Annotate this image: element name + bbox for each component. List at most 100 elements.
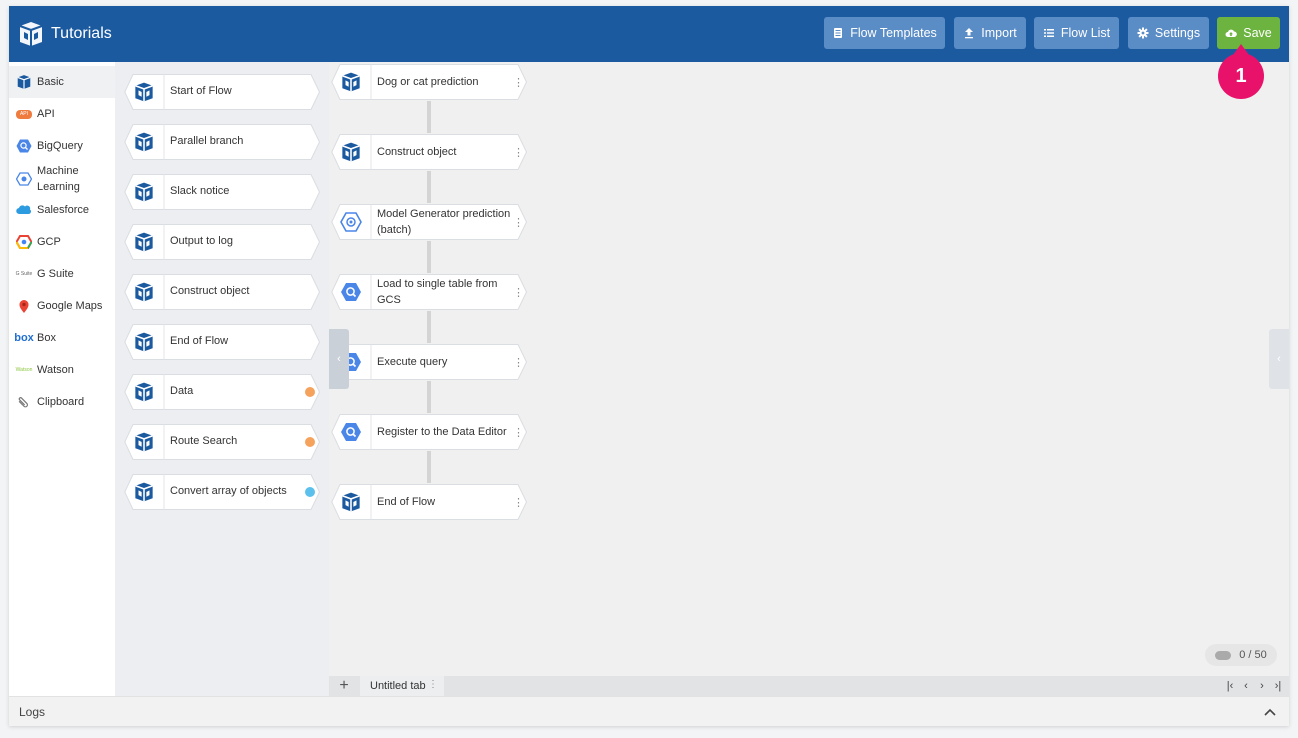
sidebar-item-label: Salesforce — [37, 204, 89, 216]
flow-node-register-to-data-editor[interactable]: Register to the Data Editor ⋮ — [331, 413, 527, 451]
chevron-left-icon: ‹ — [337, 353, 341, 365]
sidebar-item-api[interactable]: API API — [9, 98, 115, 130]
sidebar-item-watson[interactable]: Watson Watson — [9, 354, 115, 386]
flow-node-label: Model Generator prediction (batch) — [377, 208, 511, 236]
collapse-palette-button[interactable]: ‹ — [329, 329, 349, 389]
app-logo-icon — [19, 22, 43, 46]
machine-learning-icon — [339, 210, 363, 234]
tab-menu-icon[interactable]: ⋮ — [428, 679, 438, 690]
gcp-icon — [16, 234, 32, 250]
flow-logo-icon — [132, 380, 156, 404]
palette-item-label: Slack notice — [170, 185, 230, 197]
toggle-pill-icon — [1215, 650, 1232, 660]
bigquery-icon — [16, 138, 32, 154]
google-maps-icon — [16, 298, 32, 314]
node-menu-icon[interactable]: ⋮ — [513, 286, 524, 299]
flow-node-end-of-flow[interactable]: End of Flow ⋮ — [331, 483, 527, 521]
palette-item-label: Parallel branch — [170, 135, 244, 147]
sidebar-item-label: G Suite — [37, 268, 74, 280]
palette-item-parallel-branch[interactable]: Parallel branch — [124, 123, 321, 161]
flow-connector — [427, 101, 431, 133]
sidebar-item-bigquery[interactable]: BigQuery — [9, 130, 115, 162]
node-menu-icon[interactable]: ⋮ — [513, 76, 524, 89]
sidebar-item-google-maps[interactable]: Google Maps — [9, 290, 115, 322]
flow-node-model-generator-prediction[interactable]: Model Generator prediction (batch) ⋮ — [331, 203, 527, 241]
import-button[interactable]: Import — [954, 17, 1026, 49]
tab-label: Untitled tab — [370, 680, 426, 692]
step-callout-badge: 1 — [1218, 44, 1264, 99]
flow-logo-icon — [132, 180, 156, 204]
document-icon — [834, 28, 843, 38]
palette-item-slack-notice[interactable]: Slack notice — [124, 173, 321, 211]
settings-button[interactable]: Settings — [1128, 17, 1209, 49]
first-tab-button[interactable]: |‹ — [1223, 678, 1237, 694]
sidebar-item-machine-learning[interactable]: Machine Learning — [9, 162, 115, 196]
sidebar-item-basic[interactable]: Basic — [9, 66, 115, 98]
palette-item-start-of-flow[interactable]: Start of Flow — [124, 73, 321, 111]
flow-node-construct-object[interactable]: Construct object ⋮ — [331, 133, 527, 171]
sidebar-item-clipboard[interactable]: Clipboard — [9, 386, 115, 418]
palette-item-label: Start of Flow — [170, 85, 232, 97]
sidebar-item-label: Watson — [37, 364, 74, 376]
watson-icon: Watson — [15, 367, 33, 373]
sidebar-item-label: Machine Learning — [37, 165, 80, 193]
gsuite-icon: G Suite — [15, 271, 33, 277]
tab-untitled[interactable]: Untitled tab ⋮ — [360, 676, 444, 696]
sidebar-item-label: API — [37, 108, 55, 120]
palette-item-end-of-flow[interactable]: End of Flow — [124, 323, 321, 361]
sidebar-item-label: Box — [37, 332, 56, 344]
node-menu-icon[interactable]: ⋮ — [513, 356, 524, 369]
machine-learning-icon — [16, 171, 32, 187]
logs-panel[interactable]: Logs — [9, 696, 1289, 726]
flow-logo-icon — [132, 230, 156, 254]
flow-node-dog-or-cat-prediction[interactable]: Dog or cat prediction ⋮ — [331, 63, 527, 101]
flow-connector — [427, 311, 431, 343]
node-menu-icon[interactable]: ⋮ — [513, 146, 524, 159]
sidebar-item-label: Google Maps — [37, 300, 103, 312]
node-menu-icon[interactable]: ⋮ — [513, 426, 524, 439]
flow-connector — [427, 241, 431, 273]
sidebar-item-gsuite[interactable]: G Suite G Suite — [9, 258, 115, 290]
node-menu-icon[interactable]: ⋮ — [513, 216, 524, 229]
chevron-up-icon[interactable] — [1261, 703, 1279, 721]
top-bar: Tutorials Flow Templates Import Flow Lis… — [9, 6, 1289, 62]
list-icon — [1043, 29, 1054, 37]
save-label: Save — [1243, 26, 1272, 40]
prev-tab-button[interactable]: ‹ — [1239, 678, 1253, 694]
flow-canvas[interactable]: Dog or cat prediction ⋮ Construct object… — [329, 62, 1289, 676]
flow-list-button[interactable]: Flow List — [1034, 17, 1119, 49]
flow-node-label: Execute query — [377, 356, 448, 368]
expand-right-panel-button[interactable]: ‹ — [1269, 329, 1289, 389]
node-menu-icon[interactable]: ⋮ — [513, 496, 524, 509]
next-tab-button[interactable]: › — [1255, 678, 1269, 694]
palette-item-data[interactable]: Data — [124, 373, 321, 411]
component-palette: Start of Flow Parallel branch Slack noti… — [115, 62, 329, 696]
flow-node-load-to-single-table[interactable]: Load to single table from GCS ⋮ — [331, 273, 527, 311]
palette-item-route-search[interactable]: Route Search — [124, 423, 321, 461]
last-tab-button[interactable]: ›| — [1271, 678, 1285, 694]
flow-logo-icon — [339, 490, 363, 514]
palette-item-label: Data — [170, 385, 194, 397]
flow-logo-icon — [339, 140, 363, 164]
sidebar-item-gcp[interactable]: GCP — [9, 226, 115, 258]
flow-templates-button[interactable]: Flow Templates — [824, 17, 945, 49]
add-tab-button[interactable]: + — [329, 676, 359, 696]
salesforce-icon — [16, 202, 32, 218]
sidebar-item-label: GCP — [37, 236, 61, 248]
palette-item-construct-object[interactable]: Construct object — [124, 273, 321, 311]
flow-node-label: Construct object — [377, 146, 457, 158]
chevron-left-icon: ‹ — [1277, 353, 1281, 365]
box-icon: box — [14, 332, 34, 344]
sidebar-item-salesforce[interactable]: Salesforce — [9, 194, 115, 226]
flow-logo-icon — [16, 74, 32, 90]
tab-bar: + Untitled tab ⋮ |‹ ‹ › ›| — [329, 676, 1289, 696]
sidebar-item-box[interactable]: box Box — [9, 322, 115, 354]
logs-label: Logs — [19, 705, 46, 719]
palette-item-output-to-log[interactable]: Output to log — [124, 223, 321, 261]
bigquery-icon — [339, 280, 363, 304]
upload-icon — [965, 28, 974, 39]
palette-item-convert-array-of-objects[interactable]: Convert array of objects — [124, 473, 321, 511]
flow-list-label: Flow List — [1060, 26, 1111, 40]
flow-node-execute-query[interactable]: Execute query ⋮ — [331, 343, 527, 381]
app-window: Tutorials Flow Templates Import Flow Lis… — [9, 6, 1289, 726]
